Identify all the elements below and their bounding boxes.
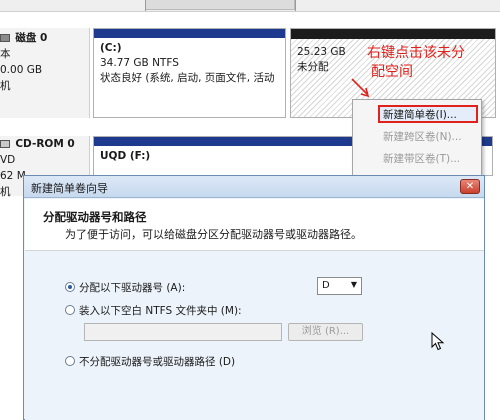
browse-button[interactable]: 浏览 (R)... <box>288 323 363 341</box>
folder-path-input[interactable] <box>84 323 282 341</box>
menu-item-new-spanned-volume[interactable]: 新建跨区卷(N)... <box>383 129 462 144</box>
radio-no-letter[interactable] <box>65 356 75 366</box>
wizard-body: 分配以下驱动器号 (A): D ▼ 装入以下空白 NTFS 文件夹中 (M): … <box>25 252 484 420</box>
new-simple-volume-wizard: 新建简单卷向导 ✕ 分配驱动器号和路径 为了便于访问，可以给磁盘分区分配驱动器号… <box>23 175 485 420</box>
option-assign-letter[interactable]: 分配以下驱动器号 (A): <box>65 280 185 295</box>
radio-assign-letter[interactable] <box>65 282 75 292</box>
option-no-letter[interactable]: 不分配驱动器号或驱动器路径 (D) <box>65 354 235 369</box>
option-mount-folder[interactable]: 装入以下空白 NTFS 文件夹中 (M): <box>65 303 242 318</box>
dropdown-arrow-icon: ▼ <box>350 280 357 289</box>
menu-item-new-simple-volume[interactable]: 新建简单卷(I)... <box>383 107 457 122</box>
context-menu: 新建简单卷(I)... 新建跨区卷(N)... 新建带区卷(T)... <box>352 99 482 177</box>
wizard-header: 分配驱动器号和路径 为了便于访问，可以给磁盘分区分配驱动器号或驱动器路径。 <box>25 199 484 251</box>
menu-item-new-striped-volume[interactable]: 新建带区卷(T)... <box>383 151 460 166</box>
mouse-cursor-icon <box>431 332 445 351</box>
drive-letter-select[interactable]: D ▼ <box>317 277 362 295</box>
close-icon: ✕ <box>465 181 475 192</box>
close-button[interactable]: ✕ <box>460 179 480 194</box>
dialog-titlebar[interactable]: 新建简单卷向导 ✕ <box>24 176 484 198</box>
wizard-step-title: 分配驱动器号和路径 <box>43 210 147 224</box>
dialog-title: 新建简单卷向导 <box>31 182 108 195</box>
radio-mount-folder[interactable] <box>65 305 75 315</box>
wizard-step-description: 为了便于访问，可以给磁盘分区分配驱动器号或驱动器路径。 <box>65 228 362 241</box>
